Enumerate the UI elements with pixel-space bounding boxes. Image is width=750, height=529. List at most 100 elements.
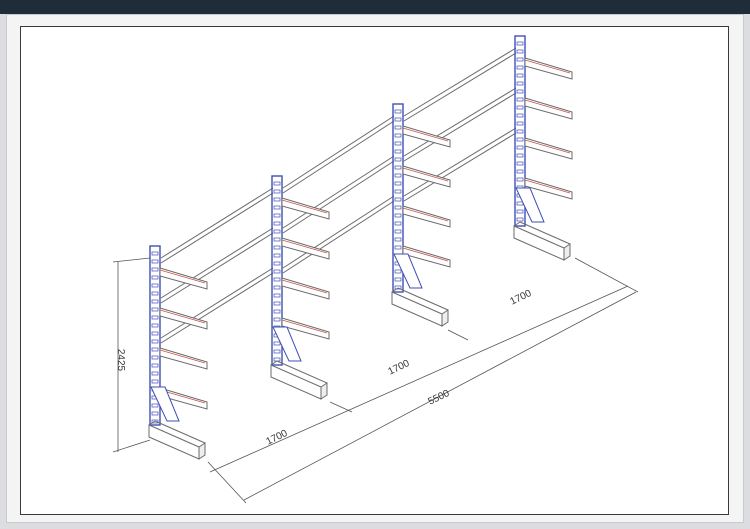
base-foot bbox=[513, 225, 565, 261]
upright-hole bbox=[273, 245, 281, 250]
upright-hole bbox=[516, 121, 524, 126]
upright-hole bbox=[516, 217, 524, 222]
horizontal-brace bbox=[282, 120, 395, 194]
upright-hole bbox=[394, 109, 402, 114]
upright-hole bbox=[394, 205, 402, 210]
upright-hole bbox=[151, 283, 159, 288]
cantilever-arm bbox=[524, 57, 573, 80]
upright-hole bbox=[516, 177, 524, 182]
cantilever-rack-drawing: 2425 1700 1700 1700 5500 bbox=[112, 35, 639, 504]
horizontal-brace bbox=[282, 160, 395, 234]
upright-hole bbox=[273, 189, 281, 194]
base-foot-end bbox=[320, 382, 328, 400]
horizontal-brace bbox=[160, 272, 274, 344]
upright-hole bbox=[516, 65, 524, 70]
upright-hole bbox=[516, 153, 524, 158]
height-extension-bottom bbox=[112, 439, 151, 453]
base-foot bbox=[270, 364, 322, 400]
upright-hole bbox=[394, 149, 402, 154]
upright-hole bbox=[273, 301, 281, 306]
upright-hole bbox=[151, 275, 159, 280]
extension-line bbox=[329, 401, 353, 413]
upright-hole bbox=[273, 237, 281, 242]
bay-1-dimension-label: 1700 bbox=[264, 428, 289, 448]
horizontal-brace bbox=[403, 87, 517, 157]
upright-hole bbox=[273, 213, 281, 218]
base-brace bbox=[393, 253, 423, 289]
upright-hole bbox=[151, 259, 159, 264]
cantilever-arm bbox=[402, 125, 451, 148]
upright-hole bbox=[516, 129, 524, 134]
rack-structure bbox=[148, 35, 573, 460]
horizontal-brace bbox=[160, 227, 274, 299]
dimension-lines bbox=[112, 257, 639, 504]
cantilever-arm bbox=[159, 347, 208, 370]
upright-hole bbox=[516, 113, 524, 118]
upright-hole bbox=[516, 105, 524, 110]
upright-hole bbox=[273, 285, 281, 290]
upright-hole bbox=[273, 309, 281, 314]
extension-line bbox=[207, 461, 247, 504]
upright-hole bbox=[394, 221, 402, 226]
height-extension-top bbox=[112, 257, 151, 263]
upright-hole bbox=[516, 41, 524, 46]
base-foot-end bbox=[198, 442, 206, 460]
horizontal-brace bbox=[403, 52, 517, 122]
horizontal-brace bbox=[282, 155, 395, 229]
horizontal-brace bbox=[403, 132, 517, 202]
upright-hole bbox=[394, 229, 402, 234]
upright-hole bbox=[273, 221, 281, 226]
base-foot-end bbox=[441, 309, 449, 327]
base-brace bbox=[272, 326, 302, 362]
bay-2-dimension-label: 1700 bbox=[386, 358, 411, 378]
base-foot-end bbox=[563, 243, 571, 261]
upright-hole bbox=[516, 209, 524, 214]
upright-hole bbox=[151, 307, 159, 312]
upright-hole bbox=[151, 379, 159, 384]
upright-hole bbox=[394, 277, 402, 282]
cantilever-arm bbox=[524, 97, 573, 120]
base-foot bbox=[391, 291, 443, 327]
upright-hole bbox=[516, 169, 524, 174]
upright-hole bbox=[516, 57, 524, 62]
upright-hole bbox=[151, 291, 159, 296]
upright-hole bbox=[273, 357, 281, 362]
upright-hole bbox=[394, 245, 402, 250]
horizontal-brace bbox=[160, 232, 274, 304]
cantilever-arm bbox=[281, 197, 330, 220]
height-dimension-label: 2425 bbox=[115, 349, 126, 372]
upright-hole bbox=[273, 205, 281, 210]
upright-hole bbox=[516, 201, 524, 206]
upright-hole bbox=[273, 197, 281, 202]
upright-hole bbox=[273, 341, 281, 346]
upright-hole bbox=[151, 411, 159, 416]
upright-hole bbox=[516, 161, 524, 166]
upright-hole bbox=[273, 229, 281, 234]
upright-hole bbox=[151, 403, 159, 408]
upright-hole bbox=[151, 363, 159, 368]
extension-line bbox=[447, 329, 469, 341]
upright-hole bbox=[394, 125, 402, 130]
upright-hole bbox=[151, 267, 159, 272]
upright-hole bbox=[394, 141, 402, 146]
upright-hole bbox=[516, 81, 524, 86]
upright-hole bbox=[516, 145, 524, 150]
upright-hole bbox=[516, 97, 524, 102]
horizontal-brace bbox=[403, 92, 517, 162]
horizontal-brace bbox=[160, 187, 274, 259]
horizontal-brace bbox=[403, 47, 517, 117]
upright-hole bbox=[394, 213, 402, 218]
upright-hole bbox=[273, 349, 281, 354]
upright-hole bbox=[394, 117, 402, 122]
upright-hole bbox=[151, 323, 159, 328]
upright-hole bbox=[151, 339, 159, 344]
upright-hole bbox=[273, 269, 281, 274]
upright-hole bbox=[151, 371, 159, 376]
upright-hole bbox=[151, 315, 159, 320]
upright-hole bbox=[151, 355, 159, 360]
upright-hole bbox=[394, 133, 402, 138]
upright-hole bbox=[273, 317, 281, 322]
upright-hole bbox=[151, 299, 159, 304]
upright-hole bbox=[394, 157, 402, 162]
upright-hole bbox=[394, 165, 402, 170]
